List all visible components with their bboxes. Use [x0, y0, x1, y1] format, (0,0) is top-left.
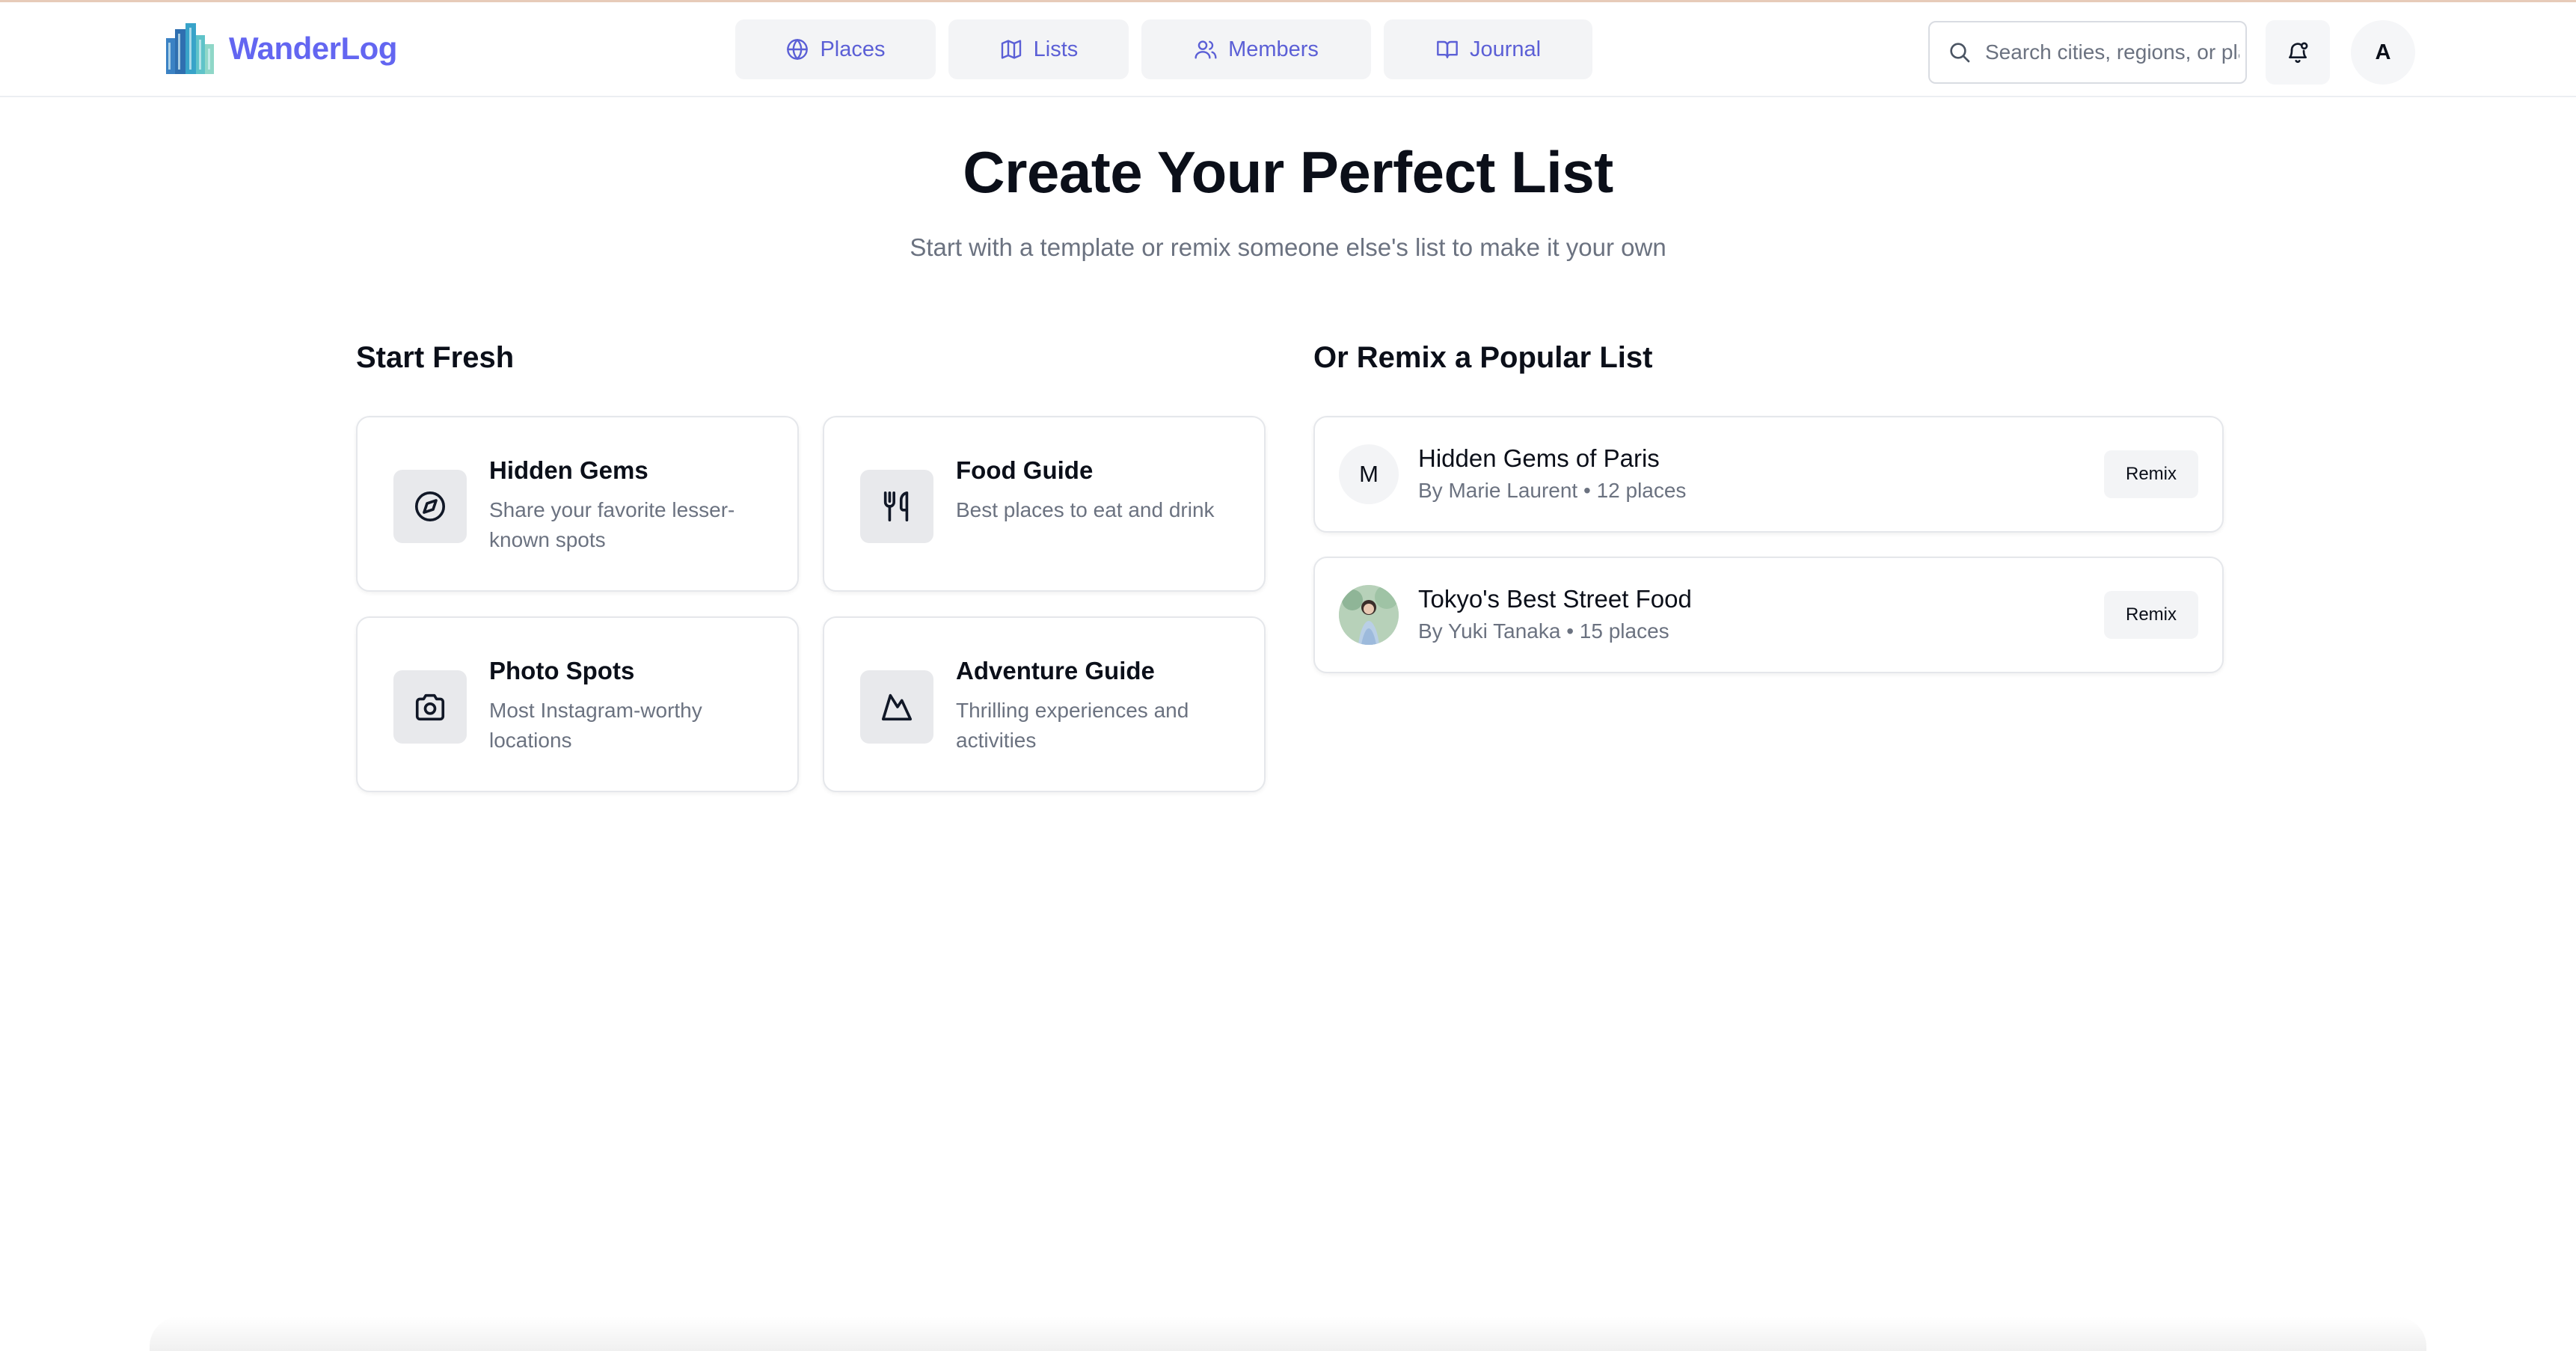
book-icon	[1437, 40, 1458, 58]
users-icon	[1195, 40, 1217, 59]
app-name: WanderLog	[229, 31, 397, 66]
author-avatar-photo	[1339, 585, 1399, 645]
page-subtitle: Start with a template or remix someone e…	[910, 233, 1666, 261]
search-icon	[1950, 43, 1970, 63]
remix-heading: Or Remix a Popular List	[1313, 341, 1653, 374]
nav-places[interactable]: Places	[735, 19, 936, 79]
template-description: Share your favorite lesser-known spots	[489, 498, 735, 551]
bell-icon	[2289, 42, 2308, 64]
compass-icon	[414, 491, 446, 522]
nav-members[interactable]: Members	[1141, 19, 1371, 79]
template-card-adventure-guide[interactable]: Adventure Guide Thrilling experiences an…	[823, 616, 1266, 792]
city-logo-icon	[166, 23, 214, 74]
template-card-hidden-gems[interactable]: Hidden Gems Share your favorite lesser-k…	[356, 416, 799, 592]
remix-card-hidden-gems-of-paris[interactable]: M Hidden Gems of Paris By Marie Laurent …	[1313, 416, 2224, 533]
nav-journal-label: Journal	[1469, 37, 1542, 61]
page-title: Create Your Perfect List	[963, 139, 1613, 205]
bottom-panel-shadow	[150, 1317, 2426, 1351]
remix-card-tokyo-street-food[interactable]: Tokyo's Best Street Food By Yuki Tanaka …	[1313, 557, 2224, 673]
remix-list-title: Tokyo's Best Street Food	[1418, 585, 1692, 613]
nav-journal[interactable]: Journal	[1384, 19, 1592, 79]
nav-lists[interactable]: Lists	[948, 19, 1129, 79]
user-avatar-button[interactable]: A	[2351, 20, 2415, 85]
globe-icon	[787, 39, 809, 60]
template-title: Hidden Gems	[489, 456, 648, 484]
notifications-button[interactable]	[2266, 20, 2330, 85]
template-icon-box	[393, 670, 467, 744]
search-box[interactable]	[1928, 21, 2247, 84]
template-title: Adventure Guide	[956, 657, 1155, 684]
logo[interactable]: WanderLog	[163, 22, 397, 76]
utensils-icon	[883, 491, 909, 522]
author-avatar: M	[1339, 444, 1399, 504]
template-card-food-guide[interactable]: Food Guide Best places to eat and drink	[823, 416, 1266, 592]
remix-list-title: Hidden Gems of Paris	[1418, 444, 1660, 472]
template-title: Food Guide	[956, 456, 1094, 484]
main-nav: Places Lists Members Journal	[735, 19, 1592, 79]
template-icon-box	[393, 470, 467, 543]
remix-list-meta: By Yuki Tanaka • 15 places	[1418, 619, 1669, 643]
template-card-photo-spots[interactable]: Photo Spots Most Instagram-worthy locati…	[356, 616, 799, 792]
template-description: Most Instagram-worthy locations	[489, 699, 702, 752]
start-fresh-heading: Start Fresh	[356, 341, 515, 374]
template-icon-box	[860, 670, 933, 744]
template-description: Best places to eat and drink	[956, 498, 1215, 521]
template-description: Thrilling experiences and activities	[956, 699, 1189, 752]
remix-button[interactable]: Remix	[2104, 591, 2198, 639]
nav-lists-label: Lists	[1033, 37, 1079, 61]
mountain-icon	[881, 693, 913, 721]
remix-list-meta: By Marie Laurent • 12 places	[1418, 479, 1687, 502]
person-photo-icon	[1339, 585, 1399, 645]
nav-places-label: Places	[820, 37, 886, 61]
search-input[interactable]	[1985, 40, 2239, 64]
remix-button[interactable]: Remix	[2104, 450, 2198, 498]
nav-members-label: Members	[1228, 37, 1319, 61]
top-nav-bar: WanderLog Places Lists Members Journal S…	[0, 2, 2576, 97]
map-icon	[1001, 40, 1021, 59]
template-icon-box	[860, 470, 933, 543]
template-title: Photo Spots	[489, 657, 635, 684]
camera-icon	[415, 693, 445, 721]
